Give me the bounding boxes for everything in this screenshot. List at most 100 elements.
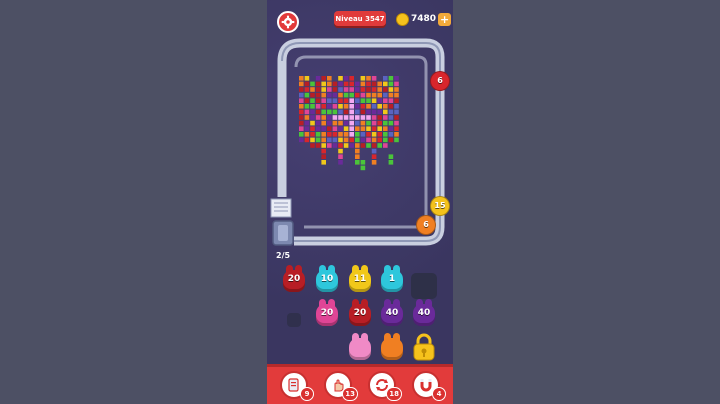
shooter-blob[interactable]: 40 (381, 298, 403, 326)
pixel-block (388, 92, 394, 98)
pixel-block (310, 126, 315, 131)
shooter-blob[interactable]: 20 (316, 298, 338, 326)
pixel-block (355, 92, 360, 98)
booster-button-magnet[interactable]: 4 (412, 371, 446, 401)
pixel-block (315, 132, 321, 137)
pixel-block (338, 154, 343, 159)
pixel-block (327, 98, 332, 103)
shooter-blob[interactable]: 20 (349, 298, 371, 326)
pixel-block (355, 115, 360, 120)
shooter-blob[interactable] (381, 332, 403, 360)
pixel-block (338, 137, 343, 143)
pixel-block (371, 160, 377, 165)
shooter-blob[interactable]: 10 (316, 264, 338, 292)
pixel-block (360, 115, 366, 120)
booster-button-shuffle[interactable]: 18 (368, 371, 402, 401)
pixel-block (360, 132, 366, 137)
pixel-block (383, 92, 388, 98)
game-screen: Niveau 3547 7480 + 6 15 6 2/5 20 10 11 1… (267, 0, 453, 404)
pixel-block (388, 154, 394, 159)
pixel-block (304, 87, 310, 92)
pixel-block (366, 98, 371, 103)
pixel-block (315, 115, 321, 120)
pixel-block (394, 132, 399, 137)
pixel-block (332, 87, 338, 92)
pixel-block (366, 87, 371, 92)
pixel-block (377, 126, 382, 131)
pixel-block (377, 98, 382, 103)
pixel-block (304, 137, 310, 143)
pixel-block (321, 137, 326, 143)
pixel-block (388, 160, 394, 165)
pixel-block (315, 92, 321, 98)
pixel-block (394, 76, 399, 81)
pixel-block (304, 92, 310, 98)
coin-counter: 7480 + (396, 11, 452, 27)
pixel-block (304, 120, 310, 126)
booster-button-card[interactable]: 9 (280, 371, 314, 401)
blob-value: 40 (385, 308, 399, 318)
pixel-block (377, 143, 382, 148)
pixel-block (394, 81, 399, 87)
pixel-block (315, 87, 321, 92)
booster-count: 9 (300, 387, 314, 401)
pixel-block (338, 109, 343, 115)
pixel-block (299, 98, 304, 103)
pixel-block (343, 120, 349, 126)
pixel-block (360, 104, 366, 109)
booster-count: 13 (342, 387, 358, 401)
pixel-block (377, 115, 382, 120)
coin-count: 7480 (411, 14, 437, 24)
pixel-block (394, 87, 399, 92)
pixel-block (332, 132, 338, 137)
runner-value: 6 (437, 76, 443, 85)
settings-button[interactable] (277, 11, 299, 33)
pixel-block (383, 137, 388, 143)
shooter-blob[interactable]: 11 (349, 264, 371, 292)
pixel-block (349, 126, 354, 131)
pixel-block (383, 98, 388, 103)
pixel-block (371, 120, 377, 126)
pixel-block (332, 98, 338, 103)
pixel-block (355, 87, 360, 92)
pixel-block (310, 132, 315, 137)
pixel-block (349, 87, 354, 92)
buy-coins-button[interactable]: + (438, 12, 452, 26)
shooter-blob[interactable]: 20 (283, 264, 305, 292)
pixel-block (366, 143, 371, 148)
lock-icon[interactable] (412, 333, 436, 361)
pixel-block (327, 109, 332, 115)
booster-toolbar: 9 13 18 4 (267, 364, 453, 404)
pixel-block (338, 126, 343, 131)
pixel-block (383, 132, 388, 137)
pixel-block (360, 98, 366, 103)
pixel-block (388, 132, 394, 137)
shooter-blob[interactable]: 1 (381, 264, 403, 292)
pixel-block (327, 104, 332, 109)
pixel-block (338, 92, 343, 98)
shooter-blob[interactable]: 40 (413, 298, 435, 326)
shooter-blob[interactable] (349, 332, 371, 360)
pixel-block (321, 143, 326, 148)
pixel-block (377, 92, 382, 98)
booster-button-hand[interactable]: 13 (324, 371, 358, 401)
pixel-block (371, 109, 377, 115)
pixel-block (310, 98, 315, 103)
pixel-block (360, 81, 366, 87)
pixel-block (388, 137, 394, 143)
pixel-block (371, 154, 377, 159)
pixel-block (377, 120, 382, 126)
pixel-block (349, 137, 354, 143)
pixel-block (321, 92, 326, 98)
pixel-block (355, 132, 360, 137)
pixel-block (321, 126, 326, 131)
pixel-block (394, 137, 399, 143)
pixel-block (388, 76, 394, 81)
pixel-block (332, 104, 338, 109)
pixel-block (310, 92, 315, 98)
pixel-block (343, 137, 349, 143)
pixel-block (388, 81, 394, 87)
pixel-block (343, 109, 349, 115)
pixel-block (366, 76, 371, 81)
pixel-block (332, 126, 338, 131)
